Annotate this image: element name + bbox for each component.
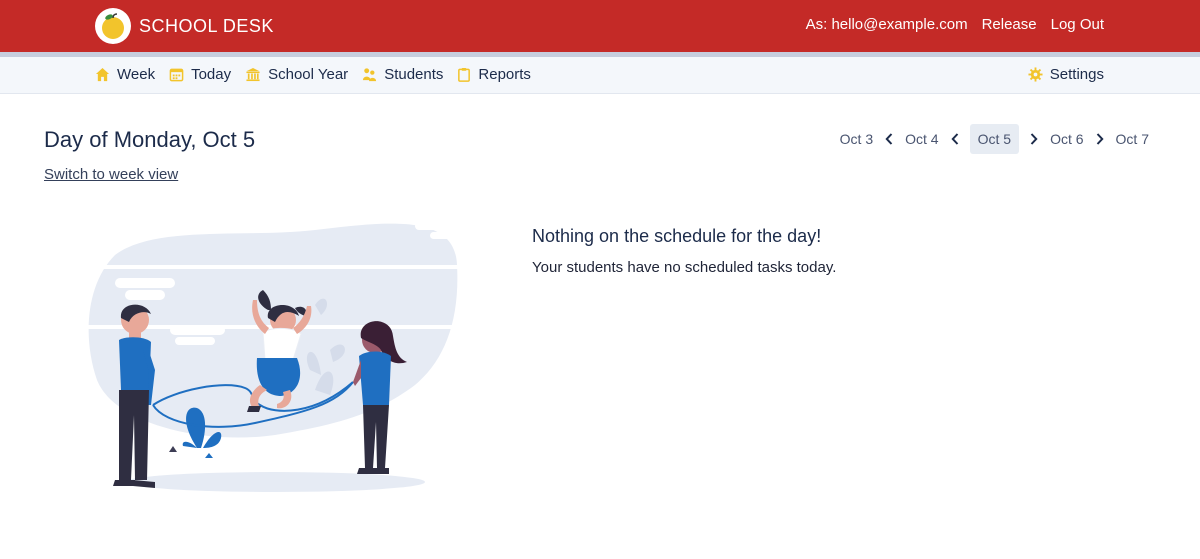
- nav-item-today[interactable]: Today: [169, 66, 231, 83]
- nav-item-label: Reports: [478, 66, 531, 83]
- nav-item-label: School Year: [268, 66, 349, 83]
- kids-jump-rope-illustration: [85, 222, 475, 492]
- day-link[interactable]: Oct 3: [833, 124, 880, 154]
- day-link[interactable]: Oct 4: [898, 124, 945, 154]
- user-email: As: hello@example.com: [805, 16, 968, 33]
- day-navigation: Oct 3 Oct 4 Oct 5 Oct 6 Oct 7: [833, 124, 1156, 154]
- nav-item-reports[interactable]: Reports: [457, 66, 531, 83]
- chevron-right-icon[interactable]: [1091, 133, 1109, 145]
- chevron-left-icon[interactable]: [946, 133, 964, 145]
- day-link[interactable]: Oct 7: [1109, 124, 1156, 154]
- switch-week-view-link[interactable]: Switch to week view: [44, 166, 178, 183]
- brand-name: SCHOOL DESK: [139, 15, 274, 36]
- chevron-left-icon[interactable]: [880, 133, 898, 145]
- nav-item-label: Week: [117, 66, 156, 83]
- day-link[interactable]: Oct 6: [1043, 124, 1090, 154]
- home-icon: [95, 67, 110, 82]
- empty-state-title: Nothing on the schedule for the day!: [532, 226, 822, 246]
- release-link[interactable]: Release: [982, 16, 1037, 33]
- logout-link[interactable]: Log Out: [1051, 16, 1104, 33]
- day-link-active[interactable]: Oct 5: [969, 124, 1020, 154]
- nav-item-label: Today: [191, 66, 232, 83]
- gear-icon: [1028, 67, 1043, 82]
- nav-item-week[interactable]: Week: [95, 66, 155, 83]
- brand[interactable]: SCHOOL DESK: [95, 8, 274, 44]
- empty-state-subtitle: Your students have no scheduled tasks to…: [532, 259, 837, 276]
- calendar-icon: [169, 68, 184, 82]
- nav-item-settings[interactable]: Settings: [1028, 66, 1104, 83]
- main-nav: Week Today School Year Students Reports: [0, 57, 1200, 94]
- students-icon: [363, 68, 377, 82]
- nav-item-school-year[interactable]: School Year: [245, 66, 348, 83]
- nav-item-students[interactable]: Students: [362, 66, 443, 83]
- top-bar: SCHOOL DESK As: hello@example.com Releas…: [0, 0, 1200, 52]
- settings-label: Settings: [1049, 66, 1104, 83]
- clipboard-icon: [458, 67, 471, 82]
- page-title: Day of Monday, Oct 5: [44, 127, 256, 152]
- chevron-right-icon[interactable]: [1025, 133, 1043, 145]
- school-icon: [246, 67, 260, 82]
- apple-logo-icon: [95, 8, 131, 44]
- nav-item-label: Students: [384, 66, 444, 83]
- account-links: As: hello@example.com Release Log Out: [806, 16, 1104, 33]
